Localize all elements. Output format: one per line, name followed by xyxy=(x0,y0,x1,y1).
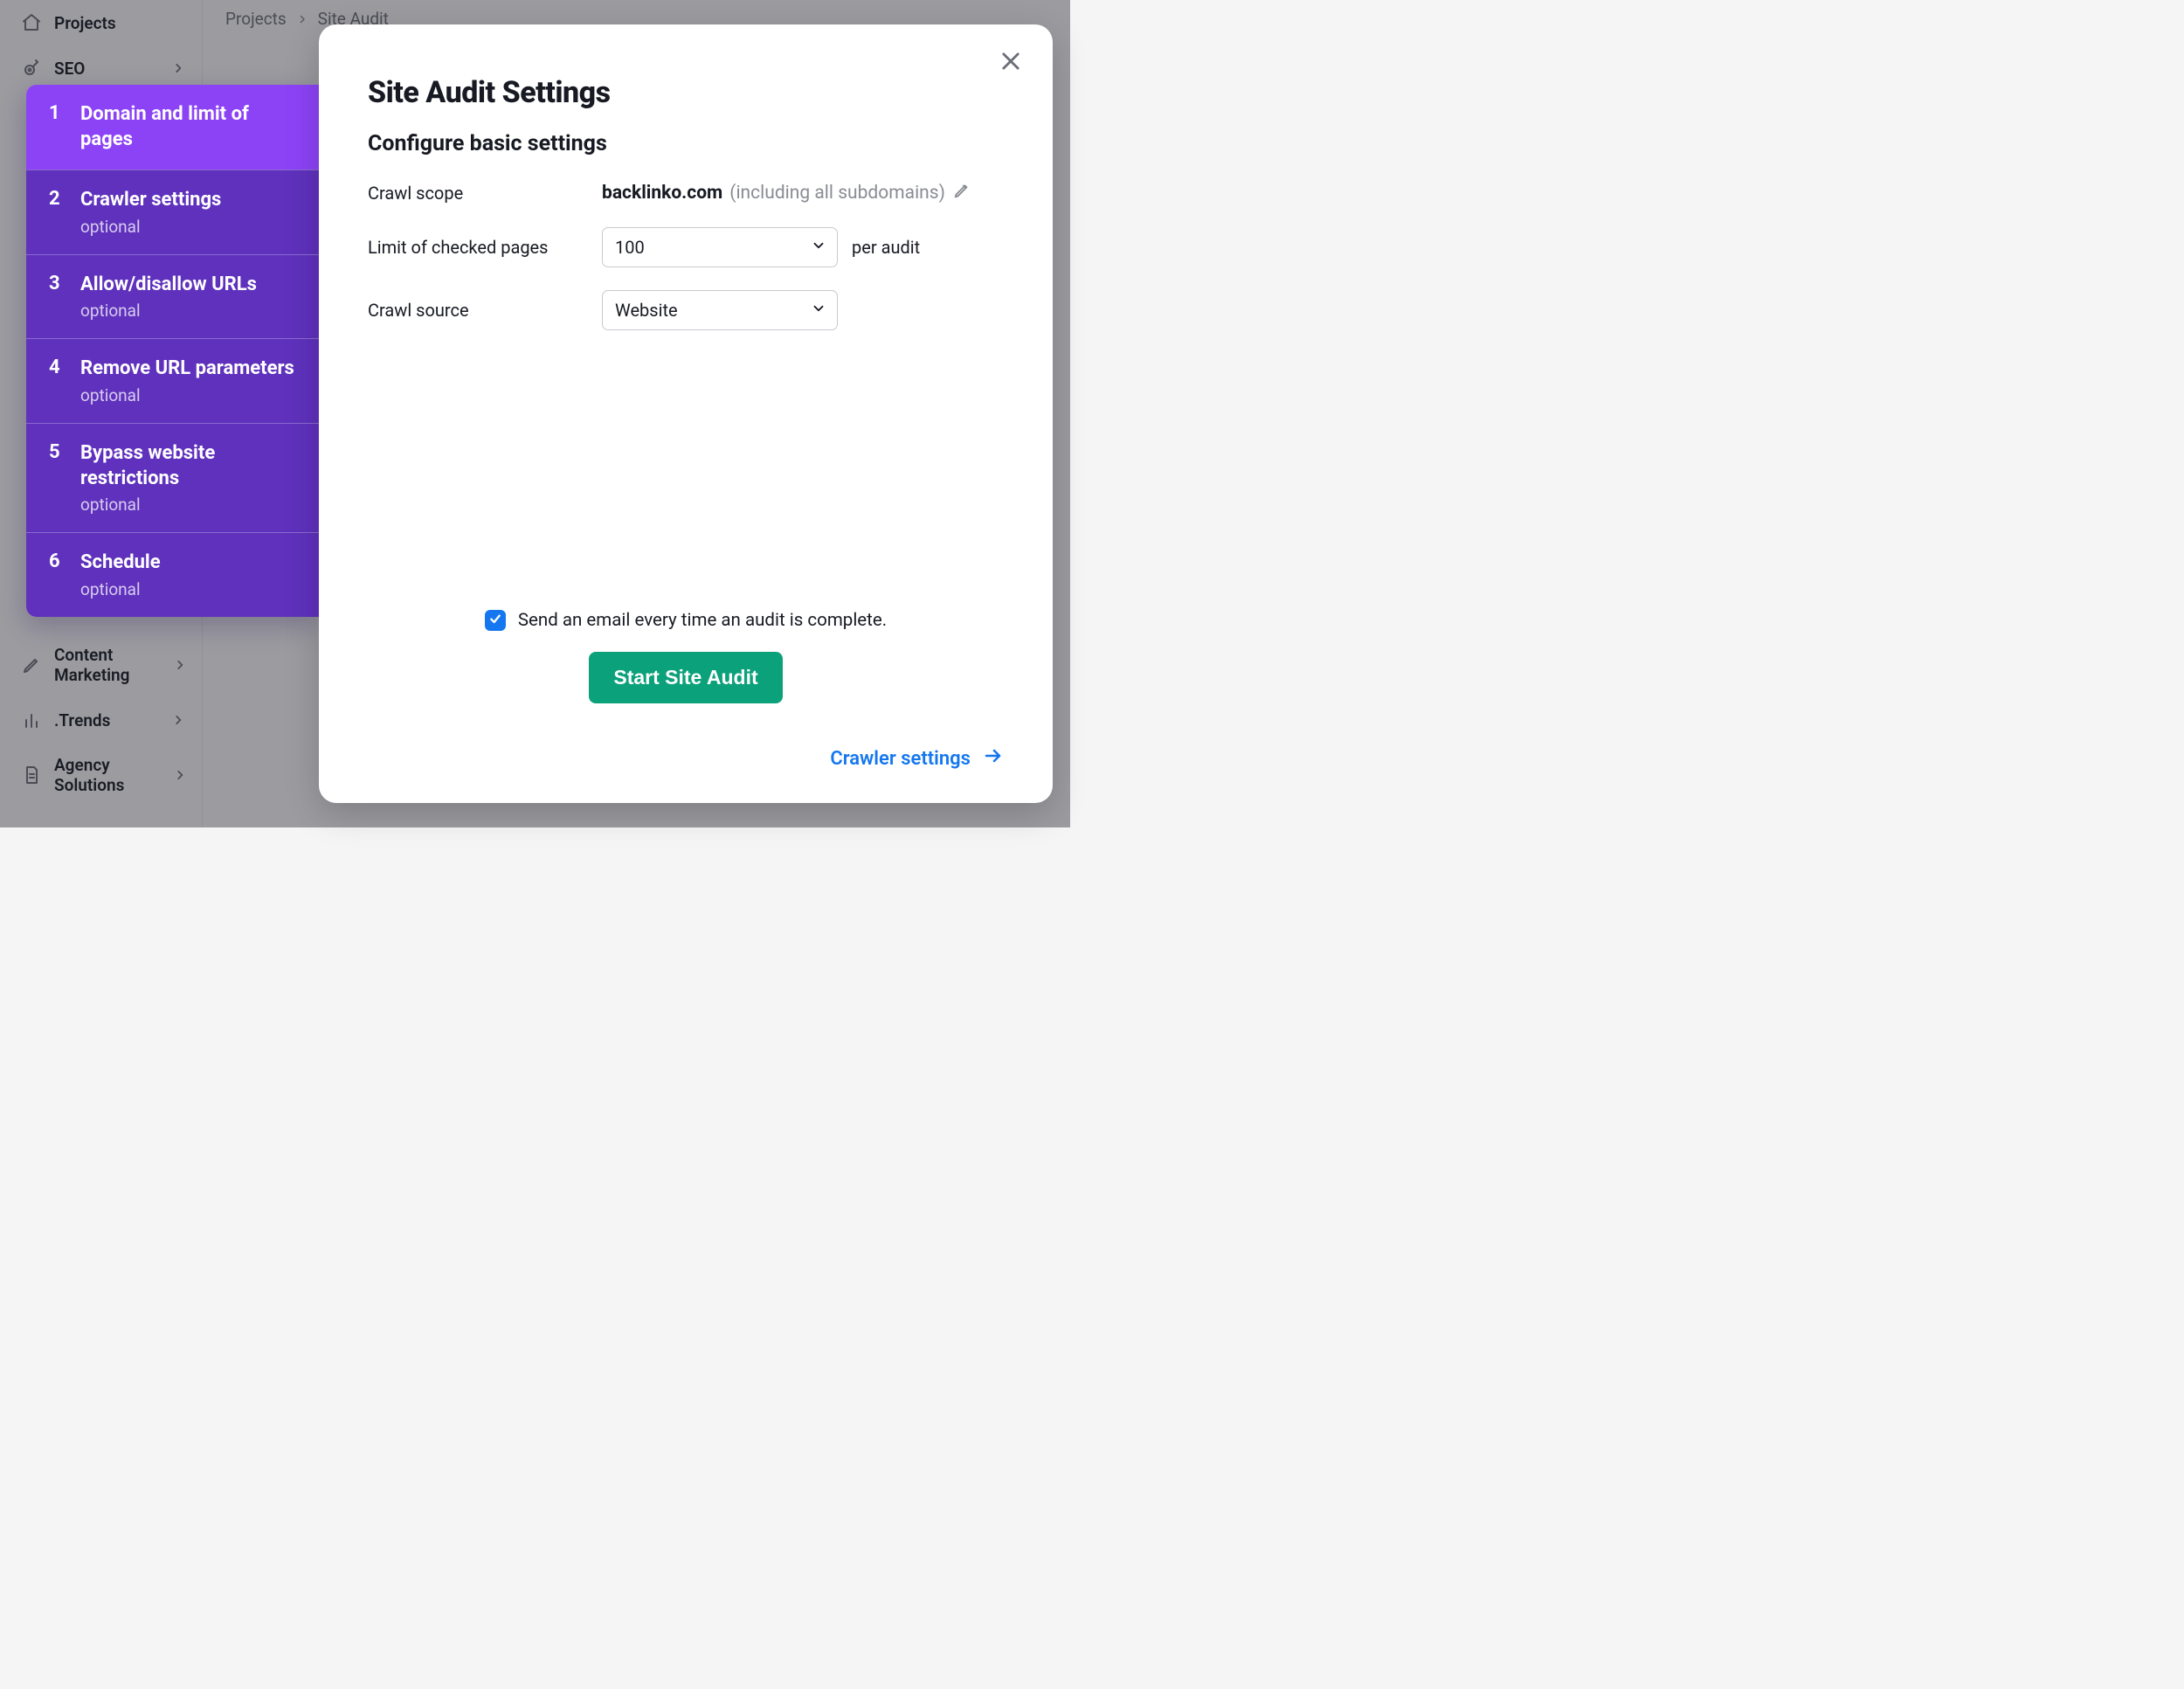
row-crawl-source: Crawl source Website xyxy=(368,290,1004,330)
crawl-scope-domain: backlinko.com xyxy=(602,183,722,204)
step-number: 2 xyxy=(49,188,61,237)
wizard-step-5[interactable]: 5 Bypass website restrictions optional xyxy=(26,423,319,532)
step-title: Crawler settings xyxy=(80,188,221,213)
step-optional: optional xyxy=(80,579,161,599)
crawl-scope-hint: (including all subdomains) xyxy=(729,183,945,204)
step-number: 5 xyxy=(49,441,61,515)
step-number: 4 xyxy=(49,356,61,405)
step-title: Allow/disallow URLs xyxy=(80,273,257,298)
email-notify-row: Send an email every time an audit is com… xyxy=(368,610,1004,631)
step-title: Remove URL parameters xyxy=(80,356,294,382)
step-title: Bypass website restrictions xyxy=(80,441,301,491)
step-optional: optional xyxy=(80,495,301,515)
pencil-icon xyxy=(952,181,971,204)
row-limit-pages: Limit of checked pages 100 per audit xyxy=(368,227,1004,267)
limit-unit: per audit xyxy=(852,237,920,258)
next-step-link[interactable]: Crawler settings xyxy=(830,745,1004,772)
close-icon xyxy=(999,49,1023,77)
edit-crawl-scope-button[interactable] xyxy=(952,181,971,204)
settings-modal: Site Audit Settings Configure basic sett… xyxy=(319,24,1053,803)
start-site-audit-button[interactable]: Start Site Audit xyxy=(589,652,782,703)
email-notify-checkbox[interactable] xyxy=(485,610,506,631)
next-step-label: Crawler settings xyxy=(830,748,971,770)
step-number: 1 xyxy=(49,102,61,152)
modal-spacer xyxy=(368,353,1004,610)
limit-label: Limit of checked pages xyxy=(368,237,602,258)
step-number: 6 xyxy=(49,550,61,599)
row-crawl-scope: Crawl scope backlinko.com (including all… xyxy=(368,181,1004,204)
close-button[interactable] xyxy=(995,47,1026,79)
step-optional: optional xyxy=(80,385,294,405)
wizard-step-1[interactable]: 1 Domain and limit of pages xyxy=(26,85,319,170)
step-optional: optional xyxy=(80,301,257,321)
crawl-scope-label: Crawl scope xyxy=(368,183,602,204)
source-select[interactable]: Website xyxy=(602,290,838,330)
step-number: 3 xyxy=(49,273,61,322)
wizard-step-6[interactable]: 6 Schedule optional xyxy=(26,532,319,617)
wizard-steps: 1 Domain and limit of pages 2 Crawler se… xyxy=(26,85,319,617)
arrow-right-icon xyxy=(983,745,1004,772)
source-select-value: Website xyxy=(615,300,678,321)
step-optional: optional xyxy=(80,217,221,237)
chevron-down-icon xyxy=(811,300,826,321)
chevron-down-icon xyxy=(811,237,826,258)
step-title: Domain and limit of pages xyxy=(80,102,301,152)
step-title: Schedule xyxy=(80,550,161,576)
wizard-step-4[interactable]: 4 Remove URL parameters optional xyxy=(26,338,319,423)
modal-title: Site Audit Settings xyxy=(368,75,1004,110)
modal-subtitle: Configure basic settings xyxy=(368,131,1004,156)
wizard-step-3[interactable]: 3 Allow/disallow URLs optional xyxy=(26,254,319,339)
limit-select-value: 100 xyxy=(615,237,645,258)
email-notify-label: Send an email every time an audit is com… xyxy=(518,610,887,631)
wizard-step-2[interactable]: 2 Crawler settings optional xyxy=(26,170,319,254)
check-icon xyxy=(488,610,502,631)
source-label: Crawl source xyxy=(368,300,602,321)
limit-select[interactable]: 100 xyxy=(602,227,838,267)
